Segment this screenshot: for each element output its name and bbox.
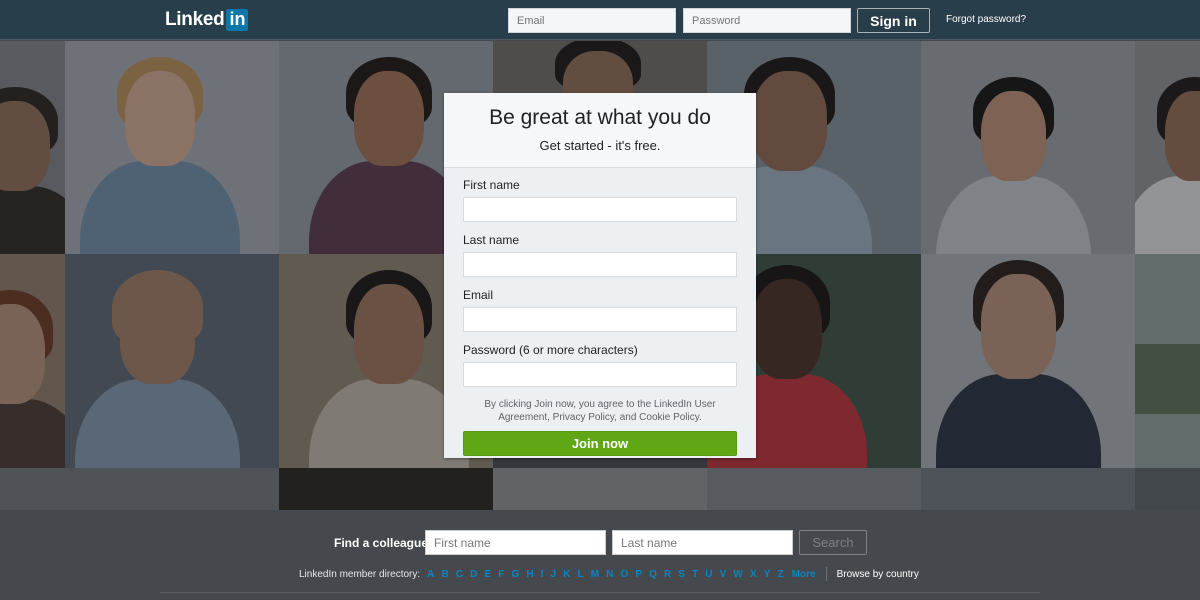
directory-letter-j[interactable]: J [551,569,557,580]
browse-by-country-link[interactable]: Browse by country [837,569,919,580]
person-body [0,399,65,468]
forgot-password-link[interactable]: Forgot password? [946,14,1026,25]
directory-divider [825,567,827,581]
footer-divider [160,592,1040,593]
signin-email-input[interactable] [508,8,676,33]
person-face [354,284,424,384]
signin-password-input[interactable] [683,8,851,33]
directory-letter-l[interactable]: L [578,569,584,580]
person-face [981,274,1056,379]
directory-letter-g[interactable]: G [511,569,519,580]
person-body [1135,176,1200,254]
photo-tile-partial [0,468,279,510]
directory-letter-v[interactable]: V [720,569,727,580]
directory-letter-q[interactable]: Q [649,569,657,580]
email-label: Email [463,288,494,302]
photo-tile [921,254,1135,468]
terms-line-1: By clicking Join now, you agree to the L… [484,399,716,410]
logo-text: Linked [165,9,225,30]
directory-letter-o[interactable]: O [620,569,628,580]
directory-letter-e[interactable]: E [484,569,491,580]
logo-in-badge-icon: in [226,9,249,31]
directory-letter-r[interactable]: R [664,569,671,580]
directory-letter-t[interactable]: T [692,569,698,580]
directory-letter-d[interactable]: D [470,569,477,580]
person-face [752,279,822,379]
photo-tile [65,41,279,254]
directory-letter-a[interactable]: A [427,569,434,580]
directory-letters: ABCDEFGHIJKLMNOPQRSTUVWXYZ [427,569,791,580]
signup-subtitle: Get started - it's free. [539,138,661,153]
photo-tile [0,254,65,468]
photo-tile-partial [279,468,493,510]
photo-tile-partial [921,468,1135,510]
person-body [80,161,240,254]
terms-notice: By clicking Join now, you agree to the L… [463,398,737,424]
directory-letter-s[interactable]: S [678,569,685,580]
last-name-input[interactable] [463,252,737,277]
photo-tile [65,254,279,468]
colleague-last-name-input[interactable] [612,530,793,555]
sign-in-button[interactable]: Sign in [857,8,930,33]
directory-letter-f[interactable]: F [498,569,504,580]
password-label: Password (6 or more characters) [463,343,638,357]
photo-tile-partial [707,468,921,510]
password-input[interactable] [463,362,737,387]
directory-letter-x[interactable]: X [750,569,757,580]
directory-letter-p[interactable]: P [635,569,642,580]
photo-tile [0,41,65,254]
directory-letter-b[interactable]: B [442,569,449,580]
top-nav-bar: Linked in Sign in Forgot password? [0,0,1200,40]
directory-letter-y[interactable]: Y [764,569,771,580]
person-body [0,186,65,254]
person-face [0,101,50,191]
first-name-input[interactable] [463,197,737,222]
colleague-first-name-input[interactable] [425,530,606,555]
directory-letter-c[interactable]: C [456,569,463,580]
directory-letter-u[interactable]: U [705,569,712,580]
find-colleague-label: Find a colleague [334,536,429,550]
photo-tile [921,41,1135,254]
person-body [936,176,1091,254]
directory-letter-h[interactable]: H [526,569,533,580]
photo-tile [1135,41,1200,254]
person-body [75,379,240,468]
last-name-label: Last name [463,233,520,247]
tile-scenery [1135,344,1200,414]
signup-card: Be great at what you do Get started - it… [444,93,756,458]
person-face [981,91,1046,181]
directory-letter-i[interactable]: I [541,569,544,580]
person-face [120,284,195,384]
first-name-label: First name [463,178,520,192]
member-directory: LinkedIn member directory: ABCDEFGHIJKLM… [299,567,919,581]
person-body [936,374,1101,468]
directory-letter-n[interactable]: N [606,569,613,580]
directory-letter-w[interactable]: W [733,569,742,580]
join-now-button[interactable]: Join now [463,431,737,456]
signup-title: Be great at what you do [489,106,711,129]
signup-form: First name Last name Email Password (6 o… [444,168,756,456]
directory-letter-m[interactable]: M [591,569,599,580]
person-face [752,71,827,171]
photo-tile-partial [493,468,707,510]
directory-letter-k[interactable]: K [563,569,570,580]
photo-tile [1135,254,1200,468]
person-face [125,71,195,166]
signup-card-header: Be great at what you do Get started - it… [444,93,756,168]
photo-tile-partial [1135,468,1200,510]
directory-more-link[interactable]: More [792,569,816,580]
terms-line-2: Agreement, Privacy Policy, and Cookie Po… [498,412,702,423]
footer-search-area: Find a colleague Search LinkedIn member … [0,510,1200,600]
directory-label: LinkedIn member directory: [299,568,421,580]
colleague-search-button[interactable]: Search [799,530,867,555]
email-input[interactable] [463,307,737,332]
person-face [354,71,424,166]
linkedin-logo[interactable]: Linked in [165,9,249,31]
directory-letter-z[interactable]: Z [777,569,783,580]
